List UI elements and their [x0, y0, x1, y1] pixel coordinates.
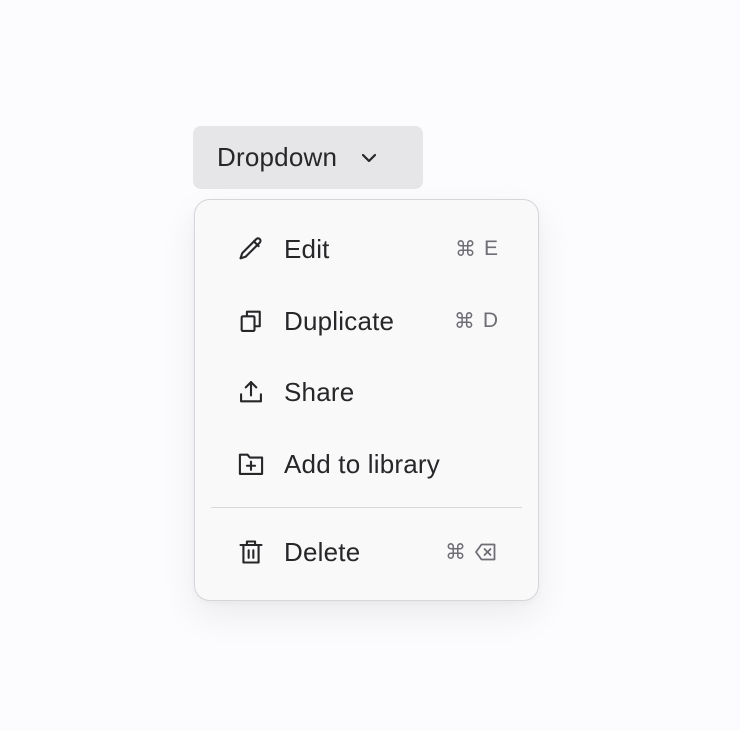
share-icon: [237, 378, 265, 406]
pencil-icon: [237, 235, 265, 263]
trash-icon: [237, 538, 265, 566]
folder-plus-icon: [237, 450, 265, 478]
page: Dropdown Edit ⌘ E Duplicate ⌘ D Share Ad…: [0, 0, 740, 730]
menu-item-edit[interactable]: Edit ⌘ E: [211, 220, 522, 278]
menu-item-delete[interactable]: Delete ⌘: [211, 523, 522, 581]
command-key-icon: ⌘: [453, 309, 475, 333]
menu-item-add-to-library[interactable]: Add to library: [211, 435, 522, 493]
dropdown-trigger-label: Dropdown: [217, 142, 338, 172]
menu-item-label: Add to library: [284, 448, 440, 479]
menu-item-label: Share: [284, 376, 355, 407]
duplicate-icon: [237, 307, 265, 335]
keyboard-shortcut: ⌘: [445, 540, 498, 565]
command-key-icon: ⌘: [445, 540, 466, 564]
menu-item-label: Delete: [284, 536, 361, 567]
dropdown-menu: Edit ⌘ E Duplicate ⌘ D Share Add to libr…: [194, 199, 539, 601]
menu-item-label: Duplicate: [284, 305, 395, 336]
command-key-icon: ⌘: [454, 237, 476, 261]
menu-item-duplicate[interactable]: Duplicate ⌘ D: [211, 292, 522, 350]
chevron-down-icon: [357, 146, 381, 170]
shortcut-key: D: [482, 309, 498, 332]
keyboard-shortcut: ⌘ E: [455, 237, 498, 262]
menu-item-label: Edit: [284, 233, 330, 264]
backspace-icon: [474, 542, 498, 562]
keyboard-shortcut: ⌘ D: [454, 309, 498, 334]
shortcut-key: E: [483, 237, 498, 260]
menu-divider: [211, 507, 522, 508]
menu-item-share[interactable]: Share: [211, 363, 522, 421]
dropdown-trigger-button[interactable]: Dropdown: [193, 126, 423, 189]
